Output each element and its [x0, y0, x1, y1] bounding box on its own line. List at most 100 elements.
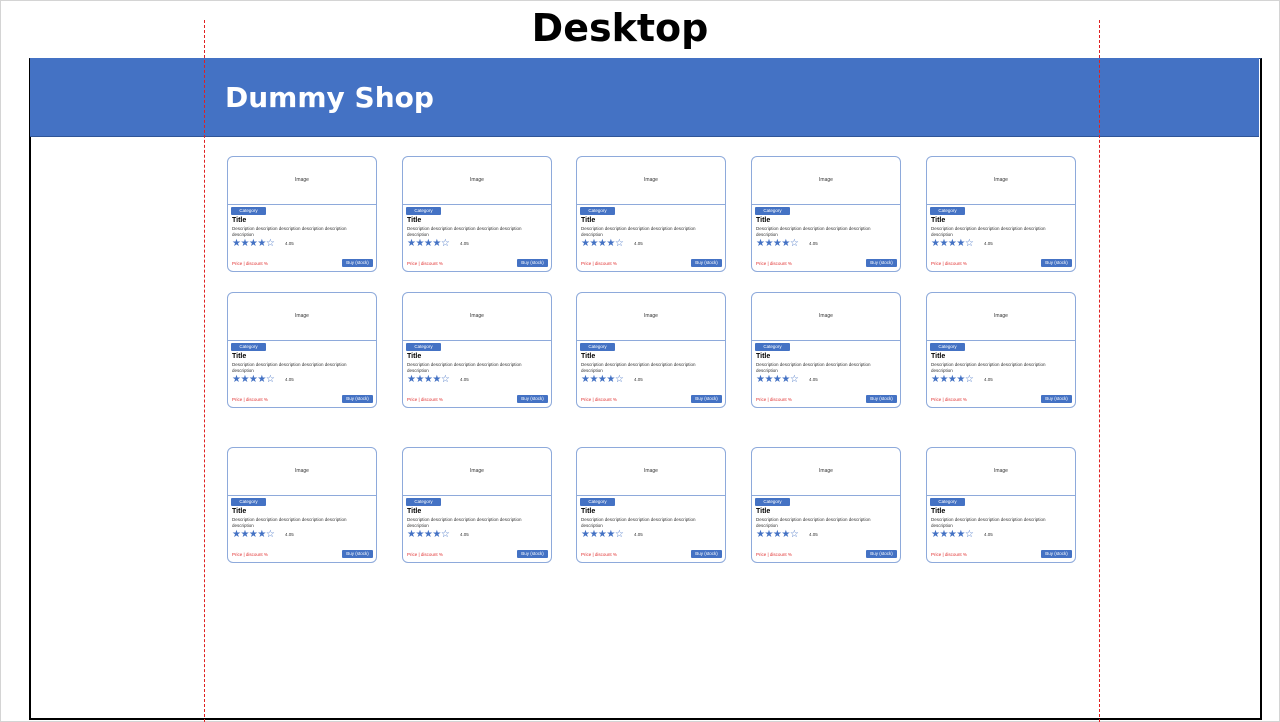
- product-description: Description description description desc…: [407, 226, 522, 237]
- rating-value: 4.05: [809, 241, 818, 246]
- price-label: Price | discount %: [407, 397, 443, 402]
- product-title: Title: [407, 217, 422, 224]
- price-label: Price | discount %: [232, 397, 268, 402]
- product-title: Title: [931, 508, 946, 515]
- category-badge[interactable]: Category: [580, 343, 615, 351]
- category-badge[interactable]: Category: [406, 498, 441, 506]
- buy-button[interactable]: Buy (stock): [517, 395, 548, 403]
- product-card[interactable]: Image Category Title Description descriptio…: [926, 292, 1076, 408]
- buy-button[interactable]: Buy (stock): [1041, 550, 1072, 558]
- price-label: Price | discount %: [931, 261, 967, 266]
- product-image: Image: [577, 157, 725, 205]
- product-image: Image: [752, 293, 900, 341]
- product-title: Title: [581, 353, 596, 360]
- rating-value: 4.05: [285, 377, 294, 382]
- rating-value: 4.05: [809, 377, 818, 382]
- product-description: Description description description desc…: [407, 517, 522, 528]
- category-badge[interactable]: Category: [930, 343, 965, 351]
- category-badge[interactable]: Category: [406, 343, 441, 351]
- product-card[interactable]: Image Category Title Description descriptio…: [227, 156, 377, 272]
- buy-button[interactable]: Buy (stock): [691, 259, 722, 267]
- product-card[interactable]: Image Category Title Description descriptio…: [751, 447, 901, 563]
- buy-button[interactable]: Buy (stock): [866, 259, 897, 267]
- product-card[interactable]: Image Category Title Description descriptio…: [227, 447, 377, 563]
- category-badge[interactable]: Category: [755, 498, 790, 506]
- category-badge[interactable]: Category: [231, 343, 266, 351]
- price-label: Price | discount %: [407, 552, 443, 557]
- star-rating-icon: ★★★★☆: [232, 238, 275, 249]
- right-guide-line: [1099, 20, 1100, 722]
- product-description: Description description description desc…: [756, 226, 871, 237]
- product-image: Image: [927, 448, 1075, 496]
- buy-button[interactable]: Buy (stock): [691, 550, 722, 558]
- product-image: Image: [927, 293, 1075, 341]
- star-rating-icon: ★★★★☆: [232, 374, 275, 385]
- product-card[interactable]: Image Category Title Description descriptio…: [576, 292, 726, 408]
- category-badge[interactable]: Category: [580, 207, 615, 215]
- product-image: Image: [927, 157, 1075, 205]
- product-card[interactable]: Image Category Title Description descriptio…: [402, 447, 552, 563]
- category-badge[interactable]: Category: [406, 207, 441, 215]
- page-title: Desktop: [531, 6, 709, 50]
- star-rating-icon: ★★★★☆: [931, 529, 974, 540]
- buy-button[interactable]: Buy (stock): [517, 259, 548, 267]
- product-image: Image: [752, 448, 900, 496]
- product-title: Title: [407, 508, 422, 515]
- buy-button[interactable]: Buy (stock): [342, 395, 373, 403]
- star-rating-icon: ★★★★☆: [407, 374, 450, 385]
- product-card[interactable]: Image Category Title Description descriptio…: [402, 292, 552, 408]
- rating-value: 4.05: [460, 377, 469, 382]
- price-label: Price | discount %: [756, 261, 792, 266]
- buy-button[interactable]: Buy (stock): [866, 550, 897, 558]
- buy-button[interactable]: Buy (stock): [1041, 259, 1072, 267]
- buy-button[interactable]: Buy (stock): [517, 550, 548, 558]
- rating-value: 4.05: [460, 241, 469, 246]
- product-title: Title: [407, 353, 422, 360]
- product-image: Image: [228, 157, 376, 205]
- star-rating-icon: ★★★★☆: [931, 374, 974, 385]
- product-image: Image: [403, 293, 551, 341]
- rating-value: 4.05: [809, 532, 818, 537]
- category-badge[interactable]: Category: [231, 498, 266, 506]
- star-rating-icon: ★★★★☆: [407, 529, 450, 540]
- price-label: Price | discount %: [232, 552, 268, 557]
- star-rating-icon: ★★★★☆: [756, 529, 799, 540]
- product-card[interactable]: Image Category Title Description descriptio…: [751, 156, 901, 272]
- shop-name[interactable]: Dummy Shop: [225, 81, 434, 114]
- product-description: Description description description desc…: [756, 517, 871, 528]
- product-description: Description description description desc…: [581, 517, 696, 528]
- product-card[interactable]: Image Category Title Description descriptio…: [926, 447, 1076, 563]
- product-card[interactable]: Image Category Title Description descriptio…: [402, 156, 552, 272]
- product-image: Image: [403, 448, 551, 496]
- buy-button[interactable]: Buy (stock): [1041, 395, 1072, 403]
- buy-button[interactable]: Buy (stock): [342, 259, 373, 267]
- category-badge[interactable]: Category: [231, 207, 266, 215]
- rating-value: 4.05: [460, 532, 469, 537]
- product-card[interactable]: Image Category Title Description descriptio…: [576, 156, 726, 272]
- product-title: Title: [931, 353, 946, 360]
- product-card[interactable]: Image Category Title Description descriptio…: [227, 292, 377, 408]
- price-label: Price | discount %: [581, 397, 617, 402]
- category-badge[interactable]: Category: [930, 207, 965, 215]
- category-badge[interactable]: Category: [930, 498, 965, 506]
- product-title: Title: [581, 508, 596, 515]
- category-badge[interactable]: Category: [755, 343, 790, 351]
- product-description: Description description description desc…: [407, 362, 522, 373]
- star-rating-icon: ★★★★☆: [581, 238, 624, 249]
- rating-value: 4.05: [984, 241, 993, 246]
- category-badge[interactable]: Category: [580, 498, 615, 506]
- product-card[interactable]: Image Category Title Description descriptio…: [751, 292, 901, 408]
- product-title: Title: [756, 353, 771, 360]
- product-title: Title: [581, 217, 596, 224]
- buy-button[interactable]: Buy (stock): [866, 395, 897, 403]
- product-title: Title: [756, 217, 771, 224]
- rating-value: 4.05: [634, 532, 643, 537]
- buy-button[interactable]: Buy (stock): [691, 395, 722, 403]
- product-card[interactable]: Image Category Title Description descriptio…: [926, 156, 1076, 272]
- product-description: Description description description desc…: [931, 362, 1046, 373]
- product-card[interactable]: Image Category Title Description descriptio…: [576, 447, 726, 563]
- category-badge[interactable]: Category: [755, 207, 790, 215]
- product-description: Description description description desc…: [232, 517, 347, 528]
- price-label: Price | discount %: [581, 552, 617, 557]
- buy-button[interactable]: Buy (stock): [342, 550, 373, 558]
